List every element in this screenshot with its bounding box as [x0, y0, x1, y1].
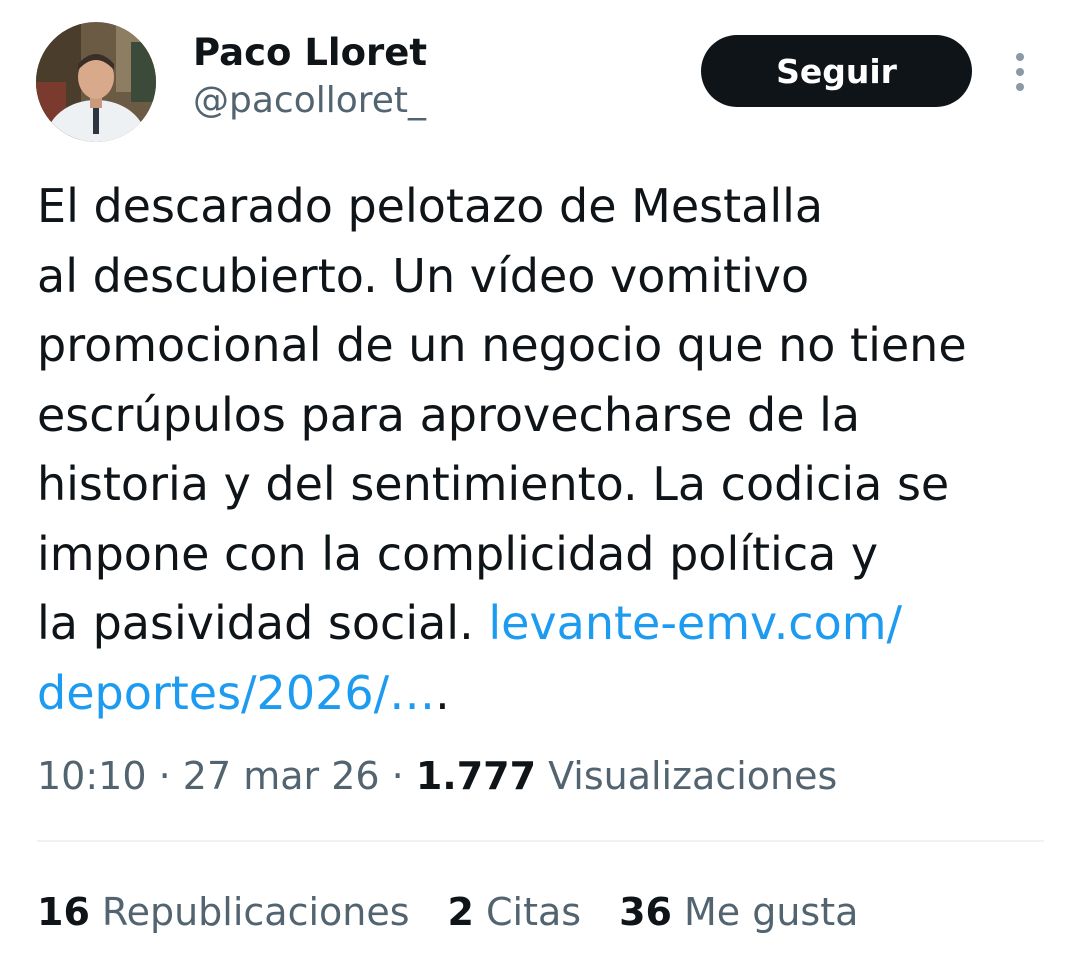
tweet-text-line: El descarado pelotazo de Mestalla: [37, 179, 824, 233]
engagement-stats: 16 Republicaciones 2 Citas 36 Me gusta: [37, 884, 896, 940]
views-label: Visualizaciones: [548, 754, 838, 798]
quotes-count: 2: [447, 890, 474, 934]
article-link[interactable]: levante-emv.com/: [488, 596, 902, 650]
tweet-text: El descarado pelotazo de Mestalla al des…: [37, 172, 1047, 728]
reposts-count: 16: [37, 890, 90, 934]
tweet-text-line: historia y del sentimiento. La codicia s…: [37, 457, 950, 511]
display-name[interactable]: Paco Lloret: [193, 30, 427, 76]
tweet-time[interactable]: 10:10: [37, 754, 147, 798]
author-info: Paco Lloret @pacolloret_: [193, 30, 427, 124]
tweet-text-line-with-link: la pasividad social. levante-emv.com/: [37, 589, 1047, 659]
avatar[interactable]: [36, 22, 156, 142]
tweet-text-segment: la pasividad social.: [37, 596, 474, 650]
likes-count: 36: [619, 890, 672, 934]
meta-separator: ·: [146, 754, 183, 798]
views-count: 1.777: [415, 754, 537, 798]
tweet-text-line: promocional de un negocio que no tiene: [37, 318, 967, 372]
tweet-text-line: al descubierto. Un vídeo vomitivo: [37, 248, 810, 303]
more-vertical-icon[interactable]: [1004, 48, 1036, 96]
follow-button[interactable]: Seguir: [701, 35, 972, 107]
username-handle[interactable]: @pacolloret_: [193, 78, 427, 124]
tweet-text-line: escrúpulos para aprovecharse de la: [37, 387, 861, 442]
tweet-text-line: impone con la complicidad política y: [37, 526, 879, 581]
tweet: Paco Lloret @pacolloret_ Seguir El desca…: [0, 0, 1080, 964]
meta-separator: ·: [379, 754, 416, 798]
profile-photo: [36, 22, 156, 142]
likes-stat[interactable]: 36 Me gusta: [619, 884, 858, 940]
reposts-stat[interactable]: 16 Republicaciones: [37, 884, 410, 940]
article-link-continued[interactable]: deportes/2026/…: [37, 666, 435, 720]
trailing-period: .: [435, 665, 450, 720]
divider: [37, 840, 1044, 842]
quotes-label: Citas: [486, 890, 582, 934]
tweet-meta: 10:10 · 27 mar 26 · 1.777 Visualizacione…: [37, 748, 837, 804]
likes-label: Me gusta: [683, 890, 859, 934]
tweet-date[interactable]: 27 mar 26: [183, 754, 380, 798]
reposts-label: Republicaciones: [101, 890, 410, 934]
tweet-text-line-link: deportes/2026/….: [37, 659, 1047, 729]
quotes-stat[interactable]: 2 Citas: [448, 884, 582, 940]
